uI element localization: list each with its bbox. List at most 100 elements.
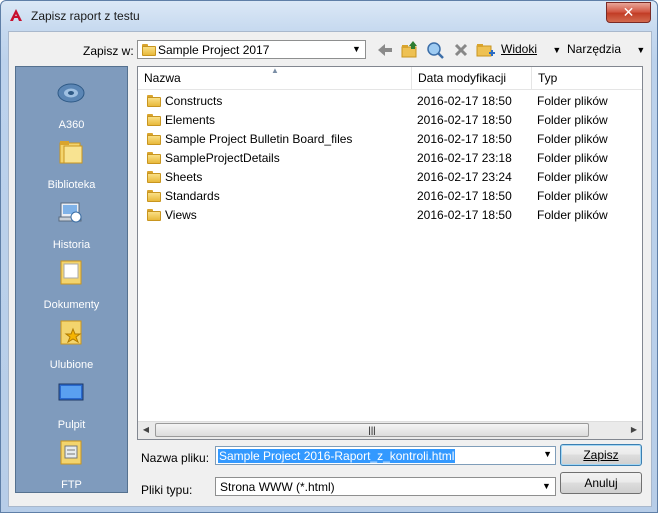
- file-list[interactable]: ▲ Nazwa Data modyfikacji Typ Constructs …: [137, 66, 643, 440]
- desktop-monitor-icon: [58, 383, 84, 401]
- a360-cloud-icon: [57, 83, 85, 103]
- views-chevron-down-icon: ▼: [552, 45, 562, 55]
- filename-label: Nazwa pliku:: [141, 451, 210, 465]
- file-row[interactable]: Sample Project Bulletin Board_files 2016…: [138, 130, 642, 149]
- file-type: Folder plików: [537, 189, 608, 203]
- tools-label: Narzędzia: [567, 42, 622, 56]
- scroll-right-icon[interactable]: ▶: [627, 423, 641, 437]
- file-name: Elements: [165, 113, 216, 127]
- folder-icon: [147, 190, 161, 202]
- folder-icon: [147, 152, 161, 164]
- close-icon: ✕: [622, 4, 635, 20]
- new-folder-icon[interactable]: [476, 40, 496, 60]
- back-arrow-icon[interactable]: [376, 40, 394, 60]
- filename-input[interactable]: Sample Project 2016-Raport_z_kontroli.ht…: [215, 446, 556, 465]
- search-web-icon[interactable]: [426, 40, 444, 60]
- file-date: 2016-02-17 23:18: [417, 151, 512, 165]
- file-date: 2016-02-17 18:50: [417, 113, 512, 127]
- filetype-dropdown[interactable]: Strona WWW (*.html) ▼: [215, 477, 556, 496]
- sort-ascending-icon: ▲: [271, 66, 279, 75]
- column-header-label: Data modyfikacji: [418, 71, 507, 85]
- column-header-type[interactable]: Typ: [532, 67, 642, 89]
- chevron-down-icon: ▼: [352, 44, 361, 54]
- place-library[interactable]: Biblioteka: [16, 133, 127, 193]
- scroll-left-icon[interactable]: ◀: [139, 423, 153, 437]
- close-button[interactable]: ✕: [606, 2, 651, 23]
- place-desktop[interactable]: Pulpit: [16, 373, 127, 433]
- history-icon: [58, 202, 82, 223]
- scroll-grip-icon: |||: [368, 425, 376, 435]
- place-label: Biblioteka: [47, 179, 96, 191]
- tools-chevron-down-icon: ▼: [636, 45, 646, 55]
- filename-chevron-down-icon[interactable]: ▼: [543, 449, 552, 459]
- filetype-label: Pliki typu:: [141, 483, 193, 497]
- filename-value: Sample Project 2016-Raport_z_kontroli.ht…: [218, 449, 456, 463]
- place-a360[interactable]: A360: [16, 73, 127, 133]
- folder-icon: [147, 95, 161, 107]
- place-favorites[interactable]: Ulubione: [16, 313, 127, 373]
- save-in-label: Zapisz w:: [83, 44, 134, 58]
- horizontal-scrollbar[interactable]: ◀ ||| ▶: [138, 421, 642, 439]
- place-label: Pulpit: [57, 419, 86, 431]
- file-date: 2016-02-17 18:50: [417, 189, 512, 203]
- place-label: A360: [58, 119, 85, 131]
- place-label: Historia: [52, 239, 91, 251]
- up-folder-icon[interactable]: [401, 40, 419, 60]
- column-header-label: Nazwa: [144, 71, 181, 85]
- cancel-button-label: Anuluj: [584, 476, 618, 490]
- save-in-location-dropdown[interactable]: Sample Project 2017 ▼: [137, 40, 366, 59]
- place-label: FTP: [61, 479, 82, 491]
- file-row[interactable]: Sheets 2016-02-17 23:24 Folder plików: [138, 168, 642, 187]
- file-type: Folder plików: [537, 94, 608, 108]
- column-header-name[interactable]: ▲ Nazwa: [138, 66, 412, 89]
- folder-icon: [147, 209, 161, 221]
- views-label: Widoki: [501, 42, 538, 56]
- tools-menu-button[interactable]: Narzędzia ▼: [567, 42, 645, 56]
- file-row[interactable]: Views 2016-02-17 18:50 Folder plików: [138, 206, 642, 225]
- file-row[interactable]: SampleProjectDetails 2016-02-17 23:18 Fo…: [138, 149, 642, 168]
- window-title: Zapisz raport z testu: [31, 9, 140, 23]
- file-list-header: ▲ Nazwa Data modyfikacji Typ: [138, 66, 642, 90]
- file-date: 2016-02-17 18:50: [417, 132, 512, 146]
- file-type: Folder plików: [537, 170, 608, 184]
- file-date: 2016-02-17 18:50: [417, 94, 512, 108]
- chevron-down-icon: ▼: [542, 481, 551, 491]
- favorites-folder-icon: [60, 320, 82, 345]
- folder-icon: [147, 133, 161, 145]
- library-folder-icon: [59, 141, 83, 164]
- file-name: Views: [165, 208, 197, 222]
- file-row[interactable]: Constructs 2016-02-17 18:50 Folder plikó…: [138, 92, 642, 111]
- file-type: Folder plików: [537, 113, 608, 127]
- file-date: 2016-02-17 18:50: [417, 208, 512, 222]
- folder-icon: [142, 44, 156, 56]
- ftp-folder-icon: [60, 440, 82, 465]
- cancel-button[interactable]: Anuluj: [560, 472, 642, 494]
- file-type: Folder plików: [537, 151, 608, 165]
- folder-icon: [147, 114, 161, 126]
- file-name: Standards: [165, 189, 220, 203]
- delete-x-icon[interactable]: [453, 40, 469, 60]
- views-menu-button[interactable]: Widoki ▼: [501, 42, 561, 56]
- place-documents[interactable]: Dokumenty: [16, 253, 127, 313]
- save-button[interactable]: Zapisz: [560, 444, 642, 466]
- filetype-value: Strona WWW (*.html): [220, 480, 335, 494]
- place-history[interactable]: Historia: [16, 193, 127, 253]
- scrollbar-thumb[interactable]: |||: [155, 423, 589, 437]
- save-button-label: Zapisz: [583, 448, 619, 462]
- file-row[interactable]: Standards 2016-02-17 18:50 Folder plików: [138, 187, 642, 206]
- file-type: Folder plików: [537, 208, 608, 222]
- file-row[interactable]: Elements 2016-02-17 18:50 Folder plików: [138, 111, 642, 130]
- file-date: 2016-02-17 23:24: [417, 170, 512, 184]
- save-dialog-window: Zapisz raport z testu ✕ Zapisz w: Sample…: [0, 0, 658, 513]
- dialog-client-area: Zapisz w: Sample Project 2017 ▼ Widoki ▼…: [8, 31, 652, 507]
- documents-folder-icon: [60, 260, 82, 285]
- column-header-label: Typ: [538, 71, 558, 85]
- column-header-date[interactable]: Data modyfikacji: [412, 67, 532, 89]
- place-ftp[interactable]: FTP: [16, 433, 127, 493]
- places-sidebar: A360 Biblioteka Historia Dokumenty Ulubi…: [15, 66, 128, 493]
- file-name: Sheets: [165, 170, 203, 184]
- title-bar[interactable]: Zapisz raport z testu ✕: [1, 1, 657, 31]
- file-name: Constructs: [165, 94, 223, 108]
- file-type: Folder plików: [537, 132, 608, 146]
- place-label: Dokumenty: [43, 299, 100, 311]
